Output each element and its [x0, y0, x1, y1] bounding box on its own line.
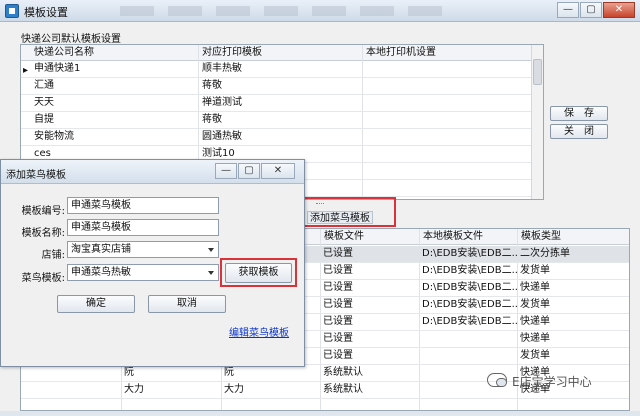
cell-courier: 天天 [34, 97, 54, 108]
cell-template: 禅道测试 [202, 97, 242, 108]
column-header-printer[interactable]: 本地打印机设置 [363, 45, 531, 61]
vertical-scrollbar[interactable] [531, 45, 543, 199]
table-row[interactable]: 天天 禅道测试 [21, 95, 531, 112]
cell-courier: 自提 [34, 114, 54, 125]
cainiao-template-select[interactable]: 申通菜鸟热敏 [67, 264, 219, 281]
table-row[interactable] [21, 399, 629, 416]
dialog-maximize-button[interactable]: ▢ [238, 163, 260, 179]
cell-courier: 汇通 [34, 80, 54, 91]
column-header-local-file[interactable]: 本地模板文件 [420, 229, 518, 245]
close-window-button[interactable]: ✕ [603, 2, 635, 18]
window-title: 模板设置 [24, 6, 68, 19]
cainiao-template-label: 菜鸟模板: [21, 273, 65, 284]
store-select[interactable]: 淘宝真实店铺 [67, 241, 219, 258]
column-header-template-file[interactable]: 模板文件 [321, 229, 420, 245]
dialog-title: 添加菜鸟模板 [6, 170, 66, 181]
store-select-value: 淘宝真实店铺 [71, 244, 131, 255]
wechat-icon [487, 373, 507, 387]
template-name-label: 模板名称: [21, 228, 65, 239]
table-row[interactable]: 申通快递1 顺丰热敏 [21, 61, 531, 78]
edit-cainiao-template-link[interactable]: 编辑菜鸟模板 [229, 324, 289, 339]
watermark-text: E店宝学习中心 [512, 375, 592, 389]
template-name-input[interactable]: 申通菜鸟模板 [67, 219, 219, 236]
grid-header: 快递公司名称 对应打印模板 本地打印机设置 [21, 45, 531, 61]
cell-template: 蒋敬 [202, 114, 222, 125]
save-button[interactable]: 保 存 [550, 106, 608, 121]
group-title: 快递公司默认模板设置 [21, 34, 121, 45]
table-row[interactable]: 汇通 蒋敬 [21, 78, 531, 95]
column-header-template-type[interactable]: 模板类型 [518, 229, 629, 245]
template-no-label: 模板编号: [21, 206, 65, 217]
cell-courier: 申通快递1 [34, 63, 81, 74]
column-header-template[interactable]: 对应打印模板 [199, 45, 363, 61]
cell-template: 蒋敬 [202, 80, 222, 91]
app-icon [5, 4, 19, 18]
dialog-minimize-button[interactable]: — [215, 163, 237, 179]
scrollbar-thumb[interactable] [533, 59, 542, 85]
highlight-box-add [302, 197, 396, 227]
table-row[interactable]: 自提 蒋敬 [21, 112, 531, 129]
minimize-button[interactable]: — [557, 2, 579, 18]
cell-template: 顺丰热敏 [202, 63, 242, 74]
cell-courier: 安能物流 [34, 131, 74, 142]
template-no-input[interactable]: 申通菜鸟模板 [67, 197, 219, 214]
blurred-title-info [120, 6, 450, 16]
add-cainiao-template-dialog: 添加菜鸟模板 — ▢ ✕ 模板编号: 申通菜鸟模板 模板名称: 申通菜鸟模板 店… [0, 159, 305, 367]
chevron-down-icon [208, 271, 214, 275]
highlight-box-fetch [220, 258, 297, 287]
dialog-close-button[interactable]: ✕ [261, 163, 295, 179]
maximize-button[interactable]: ▢ [580, 2, 602, 18]
cancel-button[interactable]: 取消 [148, 295, 226, 313]
cell-template: 圆通热敏 [202, 131, 242, 142]
cainiao-template-select-value: 申通菜鸟热敏 [71, 267, 131, 278]
table-row[interactable]: 安能物流 圆通热敏 [21, 129, 531, 146]
close-button[interactable]: 关 闭 [550, 124, 608, 139]
ok-button[interactable]: 确定 [57, 295, 135, 313]
column-header-courier[interactable]: 快递公司名称 [31, 45, 199, 61]
store-label: 店铺: [41, 250, 65, 261]
chevron-down-icon [208, 248, 214, 252]
